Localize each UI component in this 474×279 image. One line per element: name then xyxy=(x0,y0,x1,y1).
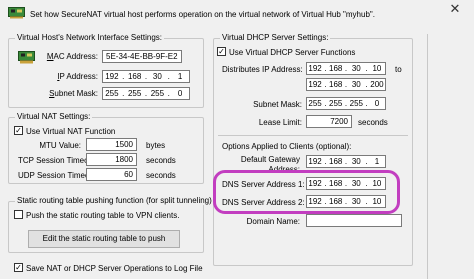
ip-octet: 1 xyxy=(374,157,380,166)
udp-timeout-label: UDP Session Timeout: xyxy=(18,171,99,180)
subnet-octet: 255 xyxy=(150,89,165,98)
close-icon[interactable]: ✕ xyxy=(436,0,474,20)
lease-limit-unit: seconds xyxy=(358,118,388,127)
dhcp-range-start-field[interactable]: 192. 168. 30. 10 xyxy=(306,62,386,75)
header-description: Set how SecureNAT virtual host performs … xyxy=(30,10,375,19)
push-routing-label: Push the static routing table to VPN cli… xyxy=(26,211,180,220)
lease-limit-label: Lease Limit: xyxy=(258,118,302,127)
subnet-octet: 255 xyxy=(329,99,343,108)
mac-address-field[interactable]: 5E-34-4E-BB-9F-E2 xyxy=(102,50,182,63)
options-divider xyxy=(218,135,408,136)
ip-octet: 10 xyxy=(372,64,382,73)
save-log-label: Save NAT or DHCP Server Operations to Lo… xyxy=(26,264,203,273)
mtu-unit: bytes xyxy=(146,141,166,150)
subnet-octet: 255 xyxy=(349,99,363,108)
ip-address-field[interactable]: 192. 168. 30. 1 xyxy=(102,70,190,83)
dhcp-range-end-field[interactable]: 192. 168. 30. 200 xyxy=(306,78,386,91)
ip-octet: 1 xyxy=(177,72,183,81)
range-to-label: to xyxy=(395,65,402,74)
gateway-label-line1: Default Gateway xyxy=(240,155,300,164)
push-routing-checkbox[interactable] xyxy=(14,210,23,219)
ip-octet: 192 xyxy=(308,157,322,166)
panel-edge xyxy=(427,34,428,279)
gateway-field[interactable]: 192. 168. 30. 1 xyxy=(306,155,386,168)
nic-icon xyxy=(18,51,35,64)
options-title: Options Applied to Clients (optional): xyxy=(222,142,352,151)
ip-address-label: IP Address: xyxy=(57,72,98,81)
subnet-octet: 255 xyxy=(308,99,322,108)
domain-name-label: Domain Name: xyxy=(246,217,300,226)
subnet-octet: 0 xyxy=(374,99,380,108)
mac-address-label: MAC Address: xyxy=(46,52,98,61)
securenat-config-dialog: Set how SecureNAT virtual host performs … xyxy=(0,0,474,279)
udp-timeout-field[interactable]: 60 xyxy=(86,168,137,181)
tcp-timeout-label: TCP Session Timeout: xyxy=(18,156,98,165)
subnet-mask-field[interactable]: 255. 255. 255. 0 xyxy=(102,87,190,100)
ip-octet: 30 xyxy=(351,80,361,89)
domain-name-field[interactable] xyxy=(306,214,402,227)
virtual-nat-group-title: Virtual NAT Settings: xyxy=(15,112,93,121)
use-nat-checkbox[interactable]: ✓ xyxy=(14,126,23,135)
udp-timeout-unit: seconds xyxy=(146,171,176,180)
ip-octet: 30 xyxy=(351,64,361,73)
mtu-label: MTU Value: xyxy=(39,141,81,150)
ip-octet: 168 xyxy=(329,80,343,89)
ip-octet: 168 xyxy=(127,72,142,81)
subnet-octet: 255 xyxy=(105,89,119,98)
use-dhcp-checkbox[interactable]: ✓ xyxy=(217,47,226,56)
network-card-icon xyxy=(8,7,25,19)
static-routing-group-title: Static routing table pushing function (f… xyxy=(15,196,214,205)
ip-octet: 30 xyxy=(351,157,361,166)
ip-octet: 30 xyxy=(152,72,162,81)
dhcp-subnet-field[interactable]: 255. 255. 255. 0 xyxy=(306,97,386,110)
distributes-ip-label: Distributes IP Address: xyxy=(222,65,303,74)
use-nat-label: Use Virtual NAT Function xyxy=(26,127,116,136)
subnet-octet: 255 xyxy=(127,89,142,98)
lease-limit-field[interactable]: 7200 xyxy=(306,115,352,128)
virtual-dhcp-group-title: Virtual DHCP Server Settings: xyxy=(220,33,331,42)
use-dhcp-label: Use Virtual DHCP Server Functions xyxy=(229,48,356,57)
ip-octet: 192 xyxy=(105,72,119,81)
edit-routing-table-button[interactable]: Edit the static routing table to push xyxy=(28,230,180,248)
ip-octet: 192 xyxy=(308,80,322,89)
ip-octet: 168 xyxy=(329,157,343,166)
tcp-timeout-unit: seconds xyxy=(146,156,176,165)
dns-highlight-annotation xyxy=(213,170,400,214)
subnet-mask-label: Subnet Mask: xyxy=(49,89,98,98)
dialog-header: Set how SecureNAT virtual host performs … xyxy=(0,0,474,34)
dhcp-subnet-label: Subnet Mask: xyxy=(253,100,302,109)
subnet-octet: 0 xyxy=(177,89,183,98)
tcp-timeout-field[interactable]: 1800 xyxy=(86,153,137,166)
virtual-host-group-title: Virtual Host's Network Interface Setting… xyxy=(15,33,164,42)
ip-octet: 168 xyxy=(329,64,343,73)
ip-octet: 200 xyxy=(370,80,384,89)
save-log-checkbox[interactable]: ✓ xyxy=(14,263,23,272)
ip-octet: 192 xyxy=(308,64,322,73)
mtu-field[interactable]: 1500 xyxy=(86,138,137,151)
